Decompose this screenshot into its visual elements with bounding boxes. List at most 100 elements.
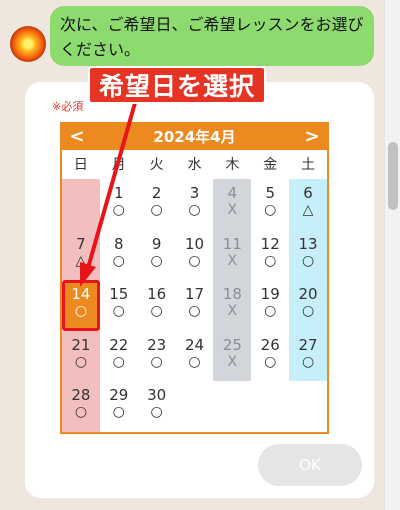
- availability-mark: ○: [301, 353, 315, 370]
- day-cell[interactable]: 28 ○: [62, 381, 100, 432]
- availability-mark: X: [227, 303, 238, 320]
- availability-mark: ○: [150, 202, 163, 218]
- availability-mark: ○: [112, 303, 125, 320]
- day-cell[interactable]: 26 ○: [251, 331, 289, 382]
- availability-mark: ○: [264, 202, 277, 218]
- day-cell[interactable]: 23 ○: [138, 331, 176, 382]
- day-cell[interactable]: 10 ○: [176, 230, 214, 281]
- availability-mark: ○: [150, 252, 163, 269]
- day-cell-closed: 25 X: [213, 330, 252, 382]
- day-cell[interactable]: 9 ○: [138, 230, 176, 281]
- day-cell[interactable]: 22 ○: [100, 331, 138, 382]
- prev-month-button[interactable]: <: [64, 124, 90, 150]
- annotation-label: 希望日を選択: [88, 66, 267, 104]
- day-cell[interactable]: 24 ○: [176, 331, 214, 382]
- day-number: 2: [151, 184, 162, 202]
- availability-mark: ○: [188, 252, 201, 269]
- calendar-header: 2024年4月 < >: [62, 124, 327, 150]
- day-number: 27: [298, 335, 318, 354]
- day-cell[interactable]: 29 ○: [100, 381, 138, 432]
- availability-mark: ○: [150, 303, 163, 320]
- weekday-row: 日 月 火 水 木 金 土: [62, 151, 327, 179]
- availability-mark: ○: [112, 202, 125, 218]
- availability-mark: X: [227, 353, 238, 370]
- day-number: 8: [114, 234, 124, 253]
- day-number: 11: [222, 234, 242, 253]
- weekday-sun: 日: [73, 157, 88, 173]
- day-number: 26: [260, 335, 280, 354]
- calendar-month-title: 2024年4月: [153, 128, 236, 146]
- availability-mark: ○: [150, 353, 163, 370]
- weekday-wed: 水: [187, 157, 202, 173]
- day-cell[interactable]: 27 ○: [289, 330, 327, 382]
- availability-mark: ○: [74, 303, 88, 320]
- availability-mark: X: [227, 252, 238, 269]
- day-number: 17: [184, 285, 205, 304]
- day-cell[interactable]: 1 ○: [100, 179, 138, 230]
- day-cell[interactable]: 15 ○: [100, 280, 138, 331]
- day-number: 30: [147, 386, 167, 405]
- scrollbar[interactable]: [384, 0, 400, 510]
- day-cell[interactable]: 3 ○: [176, 179, 214, 230]
- availability-mark: ○: [301, 303, 315, 320]
- availability-mark: △: [302, 202, 314, 218]
- day-cell-closed: 4X: [213, 179, 252, 230]
- availability-mark: ○: [264, 252, 277, 269]
- weekday-mon: 月: [111, 157, 126, 173]
- availability-mark: ○: [188, 202, 201, 218]
- day-cell[interactable]: 21 ○: [62, 330, 100, 382]
- day-cell-selected[interactable]: 14 ○: [62, 280, 100, 331]
- day-cell[interactable]: 5 ○: [251, 179, 289, 230]
- day-number: 19: [260, 285, 280, 304]
- day-number: 24: [184, 335, 205, 354]
- availability-mark: △: [75, 252, 87, 269]
- day-number: 6: [303, 184, 313, 202]
- next-month-button[interactable]: >: [299, 124, 325, 150]
- day-cell[interactable]: 13 ○: [289, 229, 327, 281]
- day-number: 25: [222, 335, 242, 354]
- bot-avatar: [10, 26, 46, 62]
- day-number: 28: [71, 386, 91, 405]
- availability-mark: ○: [264, 303, 277, 320]
- availability-mark: ○: [150, 404, 163, 421]
- day-number: 9: [151, 234, 162, 253]
- day-cell[interactable]: 20 ○: [289, 280, 327, 331]
- day-number: 1: [114, 184, 124, 202]
- weekday-sat: 土: [301, 157, 316, 173]
- scroll-thumb[interactable]: [388, 142, 398, 210]
- day-cell[interactable]: 19 ○: [251, 280, 289, 331]
- day-number: 20: [298, 285, 318, 304]
- day-cell[interactable]: 16 ○: [138, 280, 176, 331]
- day-cell[interactable]: 12 ○: [251, 230, 289, 281]
- calendar: 2024年4月 < > 日 月 火 水 木 金 土 1 ○ 2 ○ 3 ○ 4X 5 ○…: [60, 122, 329, 434]
- day-cell[interactable]: 17 ○: [176, 280, 214, 331]
- required-label: ※必須: [52, 100, 84, 113]
- day-cell[interactable]: 8 ○: [100, 230, 138, 281]
- day-number: 5: [265, 184, 275, 202]
- day-cell-empty: [289, 381, 327, 432]
- day-number: 14: [71, 285, 91, 304]
- weekday-thu: 木: [225, 157, 240, 173]
- availability-mark: ○: [112, 252, 125, 269]
- day-cell[interactable]: 2 ○: [138, 179, 176, 230]
- day-number: 22: [109, 335, 129, 354]
- day-number: 18: [222, 285, 242, 304]
- day-cell[interactable]: 6 △: [289, 179, 327, 230]
- day-number: 29: [109, 386, 129, 405]
- weekday-fri: 金: [263, 157, 278, 173]
- day-number: 10: [184, 234, 205, 253]
- availability-mark: ○: [188, 353, 201, 370]
- day-cell[interactable]: 30 ○: [138, 381, 176, 432]
- availability-mark: X: [227, 202, 238, 218]
- weekday-tue: 火: [149, 157, 164, 173]
- day-number: 12: [260, 234, 280, 253]
- day-number: 3: [189, 184, 200, 202]
- day-cell-empty: [175, 381, 214, 432]
- day-cell[interactable]: 7 △: [62, 229, 100, 281]
- day-number: 15: [109, 285, 129, 304]
- day-cell-closed: 11 X: [213, 229, 252, 281]
- availability-mark: ○: [112, 353, 125, 370]
- ok-button[interactable]: OK: [258, 444, 362, 486]
- chat-bubble: 次に、ご希望日、ご希望レッスンをお選びください。: [50, 6, 374, 66]
- day-number: 7: [76, 234, 86, 253]
